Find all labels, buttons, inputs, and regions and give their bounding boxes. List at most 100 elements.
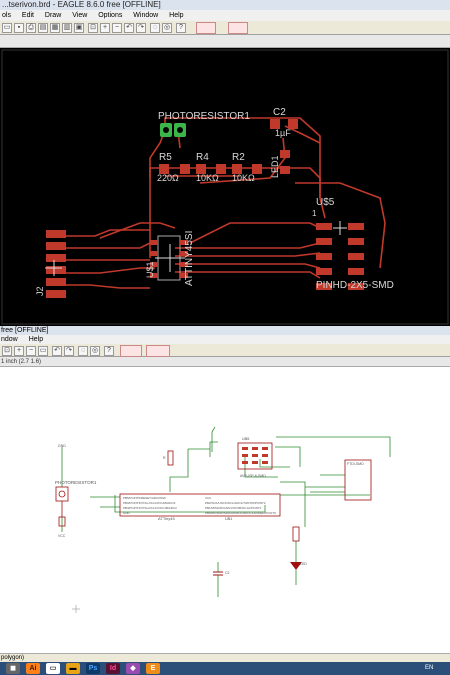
schematic-toolbar: ⊡ + − ▭ ↶ ↷ ◌ ◎ ? xyxy=(0,344,450,357)
r5-label: R5 xyxy=(159,152,172,163)
board-window-title: ...tserivon.brd - EAGLE 8.6.0 free [OFFL… xyxy=(0,0,450,10)
sch-pin-right-3: PB1/MISO/DO/AIN1/OC0B/OC1A/PCINT1 xyxy=(205,506,262,510)
board-menu-bar: ols Edit Draw View Options Window Help xyxy=(0,10,450,21)
help-icon[interactable]: ? xyxy=(176,23,186,33)
sch-pin-left-4: GND xyxy=(123,511,131,515)
led-symbol[interactable] xyxy=(290,526,302,585)
sch-c2-label: C2 xyxy=(225,571,230,575)
zoom-in-icon[interactable]: + xyxy=(100,23,110,33)
sch-attiny-name-label: U$1 xyxy=(225,516,233,521)
undo-icon[interactable]: ↶ xyxy=(52,346,62,356)
save-icon[interactable]: ▪ xyxy=(14,23,24,33)
schematic-window-title: free [OFFLINE] xyxy=(0,326,450,335)
pcb-order-icon[interactable] xyxy=(146,345,170,357)
zoom-out-icon[interactable]: − xyxy=(26,346,36,356)
zoom-out-icon[interactable]: − xyxy=(112,23,122,33)
zoom-in-icon[interactable]: + xyxy=(14,346,24,356)
print-icon[interactable]: ⎙ xyxy=(26,23,36,33)
pcb-order-icon[interactable] xyxy=(228,22,248,34)
u1-label: U$1 xyxy=(145,261,155,278)
pinhd-label: PINHD-2X5-SMD xyxy=(316,280,394,291)
go-icon[interactable]: ◎ xyxy=(90,346,100,356)
sch-vcc-label: VCC xyxy=(58,534,66,538)
redo-icon[interactable]: ↷ xyxy=(136,23,146,33)
avr-isp-symbol[interactable] xyxy=(237,442,273,470)
photoshop-icon[interactable]: Ps xyxy=(86,663,100,674)
status-bar: polygon) xyxy=(0,653,450,662)
schematic-menu-bar: ndow Help xyxy=(0,335,450,344)
r5-value: 220Ω xyxy=(157,173,179,183)
r2-label: R2 xyxy=(232,152,245,163)
board-toolbar: ▭ ▪ ⎙ ▤ ▦ ▥ ▣ ⊡ + − ↶ ↷ ◌ ◎ ? xyxy=(0,21,450,35)
sch-pin-right-2: PB2/SCK/USCK/SCL/ADC1/T0/INT0/PCINT2 xyxy=(205,501,266,505)
indesign-icon[interactable]: Id xyxy=(106,663,120,674)
menu-view[interactable]: View xyxy=(72,12,87,19)
sch-pin-left-2: PB3/PCINT3/XTAL1/CLKI/OC1B/ADC3 xyxy=(123,501,176,505)
sch-pin-left-3: PB4/PCINT4/XTAL2/CLKO/OC1B/ADC2 xyxy=(123,506,177,510)
menu-help[interactable]: Help xyxy=(29,336,43,343)
led1-label: LED1 xyxy=(270,155,280,178)
sch-avr-isp-label: AVR-ISP-6-SMD xyxy=(240,474,266,478)
ftdi-symbol[interactable] xyxy=(344,459,372,501)
attiny-footprint[interactable] xyxy=(150,235,188,281)
menu-options[interactable]: Options xyxy=(98,12,122,19)
undo-icon[interactable]: ↶ xyxy=(124,23,134,33)
zoom-fit-icon[interactable]: ⊡ xyxy=(2,346,12,356)
board-canvas[interactable]: PHOTORESISTOR1 C2 1µF R5 220Ω R4 10KΩ R2… xyxy=(0,48,450,326)
fusion-sync-icon[interactable] xyxy=(196,22,216,34)
menu-tools[interactable]: ols xyxy=(2,12,11,19)
open-icon[interactable]: ▭ xyxy=(2,23,12,33)
menu-window[interactable]: ndow xyxy=(1,336,18,343)
attiny-label: ATTINY45SI xyxy=(184,231,195,286)
j2-pads[interactable] xyxy=(46,230,66,298)
photoresistor-pads[interactable] xyxy=(160,123,186,137)
photoresistor-label: PHOTORESISTOR1 xyxy=(158,111,250,122)
start-button-icon[interactable]: ◼ xyxy=(6,663,20,674)
origin-cross xyxy=(72,605,80,613)
board-icon[interactable]: ▦ xyxy=(50,23,60,33)
sch-ftdi-label: FTDI-SMD xyxy=(347,462,364,466)
taskbar: ◼ Ai ▭ ▬ Ps Id ◆ E EN xyxy=(0,662,450,675)
illustrator-icon[interactable]: Ai xyxy=(26,663,40,674)
sch-attiny-top-label: ATTiny45 xyxy=(158,516,175,521)
c2-symbol[interactable] xyxy=(213,562,223,597)
fusion-sync-icon[interactable] xyxy=(120,345,142,357)
cam-icon[interactable]: ▤ xyxy=(38,23,48,33)
stop-icon[interactable]: ◌ xyxy=(78,346,88,356)
go-icon[interactable]: ◎ xyxy=(162,23,172,33)
zoom-fit-icon[interactable]: ⊡ xyxy=(88,23,98,33)
menu-edit[interactable]: Edit xyxy=(22,12,34,19)
u5-pin-label: 1 xyxy=(312,209,317,218)
sch-u-top-label: U$5 xyxy=(242,436,250,441)
run-icon[interactable]: ▣ xyxy=(74,23,84,33)
sch-led-label: LED xyxy=(300,562,307,566)
redo-icon[interactable]: ↷ xyxy=(64,346,74,356)
sch-pin-right-1: VCC xyxy=(205,496,212,500)
coordinate-readout: 1 inch (2.7 1.6) xyxy=(0,357,450,367)
menu-draw[interactable]: Draw xyxy=(45,12,61,19)
c2-label: C2 xyxy=(273,107,286,118)
help-icon[interactable]: ? xyxy=(104,346,114,356)
menu-help[interactable]: Help xyxy=(169,12,183,19)
r4-label: R4 xyxy=(196,152,209,163)
zoom-select-icon[interactable]: ▭ xyxy=(38,346,48,356)
sch-pin-right-4: PB0/MOSI/DI/SDA/AIN0/OC0A/OC1A/AREF/PCIN… xyxy=(205,511,276,515)
language-indicator[interactable]: EN xyxy=(425,662,433,675)
j2-label: J2 xyxy=(35,286,45,296)
explorer-icon[interactable]: ▭ xyxy=(46,663,60,674)
script-icon[interactable]: ▥ xyxy=(62,23,72,33)
resistor-symbol[interactable] xyxy=(167,450,174,466)
folder-icon[interactable]: ▬ xyxy=(66,663,80,674)
sch-gnd-label: GND xyxy=(58,444,66,448)
media-icon[interactable]: ◆ xyxy=(126,663,140,674)
r2-value: 10KΩ xyxy=(232,173,255,183)
sch-photoresistor-label: PHOTORESISTOR1 xyxy=(55,480,97,485)
menu-window[interactable]: Window xyxy=(133,12,158,19)
r4-value: 10KΩ xyxy=(196,173,219,183)
board-traces xyxy=(60,117,386,289)
u5-label: U$5 xyxy=(316,197,335,208)
schematic-canvas[interactable]: PHOTORESISTOR1 U$5 AVR-ISP-6-SMD ATTiny4… xyxy=(0,367,450,653)
stop-icon[interactable]: ◌ xyxy=(150,23,160,33)
board-parameter-toolbar xyxy=(0,35,450,48)
eagle-icon[interactable]: E xyxy=(146,663,160,674)
